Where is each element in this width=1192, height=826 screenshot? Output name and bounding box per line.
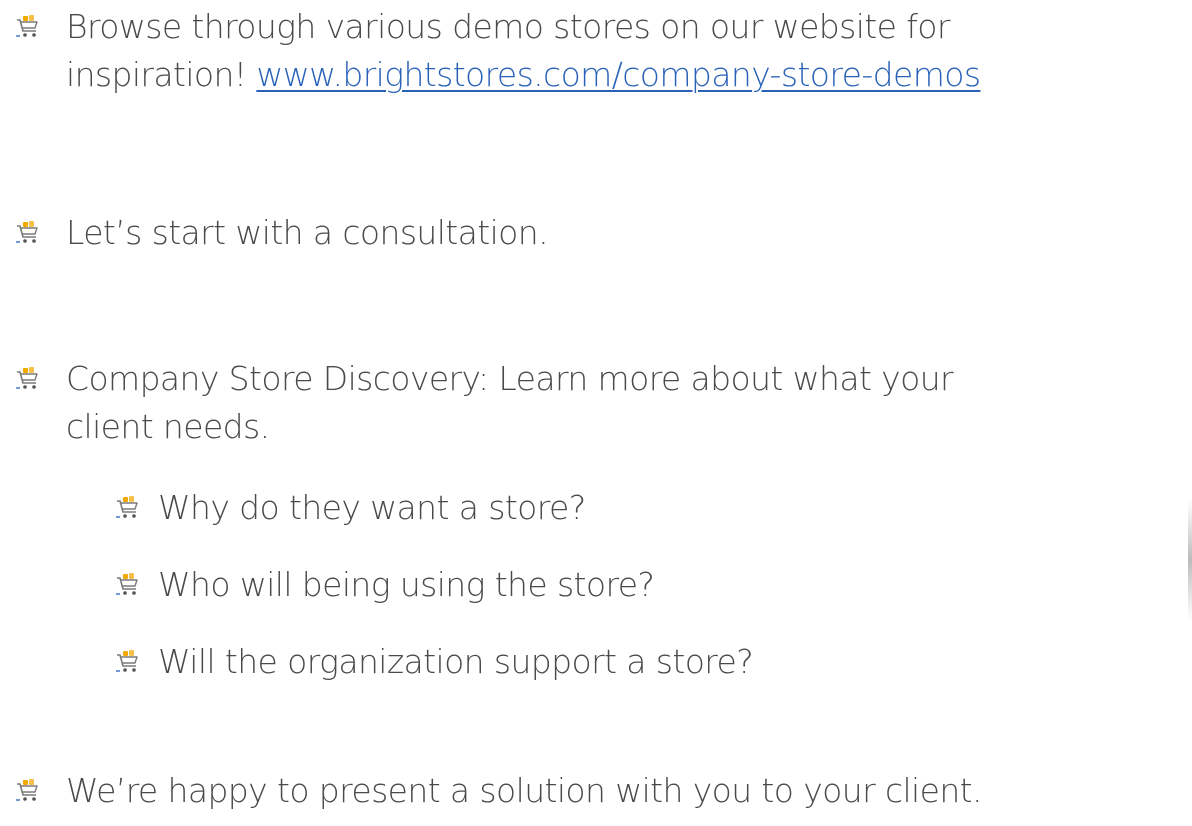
bullet-line: inspiration! www.brightstores.com/compan… — [66, 51, 981, 99]
shopping-cart-icon — [14, 778, 40, 804]
shopping-cart-icon — [114, 572, 140, 598]
bullet-text: Let’s start with a consultation. — [66, 213, 549, 252]
edge-divider — [1188, 500, 1192, 620]
sub-bullet-support: Will the organization support a store? — [114, 638, 754, 686]
sub-bullet-why: Why do they want a store? — [114, 484, 586, 532]
shopping-cart-icon — [114, 495, 140, 521]
bullet-text: Browse through various demo stores on ou… — [66, 3, 981, 99]
bullet-solution: We’re happy to present a solution with y… — [14, 767, 982, 815]
bullet-consultation: Let’s start with a consultation. — [14, 209, 549, 257]
shopping-cart-icon — [14, 14, 40, 40]
bullet-text: Why do they want a store? — [158, 488, 586, 527]
shopping-cart-icon — [14, 366, 40, 392]
bullet-text: We’re happy to present a solution with y… — [66, 771, 982, 810]
demo-stores-link[interactable]: www.brightstores.com/company-store-demos — [256, 55, 981, 94]
shopping-cart-icon — [14, 220, 40, 246]
bullet-text: Will the organization support a store? — [158, 642, 754, 681]
bullet-line: Browse through various demo stores on ou… — [66, 7, 950, 46]
bullet-line: client needs. — [66, 407, 270, 446]
sub-bullet-who: Who will being using the store? — [114, 561, 655, 609]
bullet-discovery: Company Store Discovery: Learn more abou… — [14, 355, 954, 451]
slide: Browse through various demo stores on ou… — [0, 0, 1192, 826]
bullet-text: Who will being using the store? — [158, 565, 655, 604]
bullet-line: Company Store Discovery: Learn more abou… — [66, 359, 954, 398]
bullet-demo-stores: Browse through various demo stores on ou… — [14, 3, 981, 99]
shopping-cart-icon — [114, 649, 140, 675]
bullet-line-prefix: inspiration! — [66, 55, 257, 94]
bullet-text: Company Store Discovery: Learn more abou… — [66, 355, 954, 451]
